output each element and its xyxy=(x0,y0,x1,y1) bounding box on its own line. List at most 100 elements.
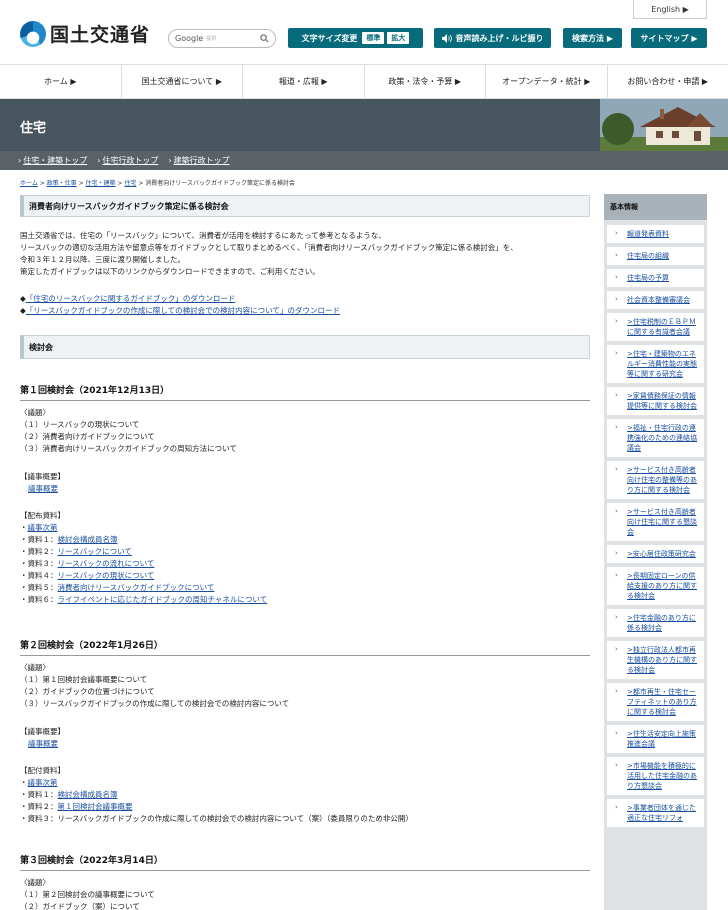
intro-line: 令和３年１２月以降、三度に渡り開催しました。 xyxy=(20,255,185,264)
agenda-item: （３）リースバックガイドブックの作成に際しての検討会での検討内容について xyxy=(20,699,290,708)
gnav-home[interactable]: ホーム ▶ xyxy=(0,65,122,98)
meeting-3-agenda: 〈議題〉 （１）第２回検討会の議事概要について （２）ガイドブック（案）について xyxy=(20,877,155,910)
material-item: ・資料１：検討会構成員名簿 xyxy=(20,789,413,801)
gnav-policy[interactable]: 政策・法令・予算 ▶ xyxy=(365,65,486,98)
material-item: ・資料６：ライフイベントに応じたガイドブックの周知チャネルについて xyxy=(20,594,267,606)
sidebar-item-market[interactable]: >市場機能を積極的に活用した住宅金融のあり方懇談会 xyxy=(607,757,704,795)
meeting-1-title: 第１回検討会（2021年12月13日） xyxy=(20,383,590,401)
material-prefix: ・ xyxy=(20,778,28,787)
sidebar-item-organization[interactable]: 住宅局の組織 xyxy=(607,247,704,265)
material-link[interactable]: 第１回検討会議事概要 xyxy=(58,802,133,811)
search-method-button[interactable]: 検索方法 ▶ xyxy=(563,28,622,48)
subnav-building-admin[interactable]: 建築行政トップ xyxy=(174,155,230,166)
sub-nav: › 住宅・建築トップ › 住宅行政トップ › 建築行政トップ xyxy=(0,151,728,170)
download-link-suffix[interactable]: のダウンロード xyxy=(183,294,236,303)
gnav-contact[interactable]: お問い合わせ・申請 ▶ xyxy=(608,65,728,98)
sitemap-button[interactable]: サイトマップ ▶ xyxy=(631,28,707,48)
summary-link[interactable]: 議事概要 xyxy=(28,484,58,493)
material-link[interactable]: リースバックの現状について xyxy=(58,571,155,580)
chevron-right-icon: › xyxy=(97,156,101,165)
material-link[interactable]: ライフイベントに応じたガイドブックの周知チャネルについて xyxy=(58,595,268,604)
sidebar-item-elderly-forum[interactable]: >サービス付き高齢者向け住宅に関する懇談会 xyxy=(607,503,704,541)
meeting-1-summary: 【議事概要】 議事概要 xyxy=(20,471,65,495)
sidebar-item-safe-living[interactable]: >安心居住政策研究会 xyxy=(607,545,704,563)
download-link-guidebook[interactable]: 「住宅のリースバックに関するガイドブック」 xyxy=(26,294,183,303)
material-link[interactable]: リースバックの流れについて xyxy=(58,559,155,568)
intro-line: リースバックの適切な活用方法や留意点等をガイドブックとして取りまとめるべく、「消… xyxy=(20,243,518,252)
intro-line: 策定したガイドブックは以下のリンクからダウンロードできますので、ご利用ください。 xyxy=(20,267,320,276)
material-prefix: ・資料６： xyxy=(20,595,58,604)
material-link[interactable]: リースバックについて xyxy=(58,547,132,556)
meeting-2-materials: 【配付資料】 ・議事次第 ・資料１：検討会構成員名簿 ・資料２：第１回検討会議事… xyxy=(20,765,413,825)
agenda-item: （２）ガイドブックの位置づけについて xyxy=(20,687,155,696)
agenda-label: 〈議題〉 xyxy=(20,878,50,887)
subnav-housing-building[interactable]: 住宅・建築トップ xyxy=(23,155,87,166)
intro-line: 国土交通省では、住宅の「リースバック」について、消費者が活用を検討するにあたって… xyxy=(20,231,386,240)
english-link[interactable]: English ▶ xyxy=(633,0,707,19)
sidebar-item-stability[interactable]: >住生活安定向上施策推進会議 xyxy=(607,725,704,753)
breadcrumb-home[interactable]: ホーム xyxy=(20,180,38,187)
sidebar-item-council[interactable]: 社会資本整備審議会 xyxy=(607,291,704,309)
sidebar-item-rent-guarantee[interactable]: >家賃債務保証の情報提供等に関する検討会 xyxy=(607,387,704,415)
material-link[interactable]: 検討会構成員名簿 xyxy=(58,535,118,544)
material-item: ・資料４：リースバックの現状について xyxy=(20,570,267,582)
main-content: 消費者向けリースバックガイドブック策定に係る検討会 国土交通省では、住宅の「リー… xyxy=(20,195,590,910)
material-item: ・資料３：リースバックガイドブックの作成に際しての検討会での検討内容について（案… xyxy=(20,813,413,825)
download-link-review[interactable]: 「リースバックガイドブックの作成に際しての検討会での検討内容について」 xyxy=(26,306,288,315)
sidebar-item-welfare[interactable]: >福祉・住宅行政の連携強化のための連絡協議会 xyxy=(607,419,704,457)
download-item: ◆「住宅のリースバックに関するガイドブック」のダウンロード xyxy=(20,293,340,305)
gnav-opendata[interactable]: オープンデータ・統計 ▶ xyxy=(486,65,608,98)
material-item: ・資料５：消費者向けリースバックガイドブックについて xyxy=(20,582,267,594)
material-prefix: ・資料１： xyxy=(20,535,58,544)
material-prefix: ・資料３： xyxy=(20,559,58,568)
material-prefix: ・資料５： xyxy=(20,583,58,592)
sidebar-item-energy[interactable]: >住宅・建築物のエネルギー消費性能の実態等に関する研究会 xyxy=(607,345,704,383)
material-item: ・資料２：リースバックについて xyxy=(20,546,267,558)
logo-mark-icon xyxy=(20,20,46,47)
summary-label: 【議事概要】 xyxy=(20,727,65,736)
material-link[interactable]: 議事次第 xyxy=(28,523,58,532)
sidebar-item-housing-finance[interactable]: >住宅金融のあり方に係る検討会 xyxy=(607,609,704,637)
sidebar: 基本情報 報道発表資料 住宅局の組織 住宅局の予算 社会資本整備審議会 >住宅税… xyxy=(604,194,707,910)
meeting-2-title: 第２回検討会（2022年1月26日） xyxy=(20,638,590,656)
sidebar-item-reform[interactable]: >事業者団体を通じた適正な住宅リフォ xyxy=(607,799,704,827)
material-link[interactable]: 議事次第 xyxy=(28,778,58,787)
search-icon[interactable] xyxy=(260,34,269,43)
section-title: 検討会 xyxy=(20,335,590,359)
sidebar-item-safety-net[interactable]: >都市再生・住宅セーフティネットのあり方に関する検討会 xyxy=(607,683,704,721)
download-link-suffix[interactable]: のダウンロード xyxy=(287,306,340,315)
summary-link[interactable]: 議事概要 xyxy=(28,739,58,748)
agenda-item: （３）消費者向けリースバックガイドブックの周知方法について xyxy=(20,444,237,453)
sidebar-item-ur[interactable]: >独立行政法人都市再生機構のあり方に関する検討会 xyxy=(607,641,704,679)
gnav-press[interactable]: 報道・広報 ▶ xyxy=(243,65,365,98)
material-link[interactable]: 消費者向けリースバックガイドブックについて xyxy=(58,583,215,592)
search-input[interactable]: Google 提供 xyxy=(168,29,276,48)
materials-label: 【配布資料】 xyxy=(20,511,65,520)
global-nav: ホーム ▶ 国土交通省について ▶ 報道・広報 ▶ 政策・法令・予算 ▶ オープ… xyxy=(0,64,728,99)
gnav-about[interactable]: 国土交通省について ▶ xyxy=(122,65,243,98)
download-item: ◆「リースバックガイドブックの作成に際しての検討会での検討内容について」のダウン… xyxy=(20,305,340,317)
subnav-housing-admin[interactable]: 住宅行政トップ xyxy=(102,155,158,166)
material-item: ・資料２：第１回検討会議事概要 xyxy=(20,801,413,813)
sidebar-item-budget[interactable]: 住宅局の予算 xyxy=(607,269,704,287)
agenda-item: （１）第２回検討会の議事概要について xyxy=(20,890,155,899)
voice-ruby-label: 音声読み上げ・ルビ振り xyxy=(455,33,544,43)
sidebar-item-ebpm[interactable]: >住宅税制のＥＢＰＭに関する有識者会議 xyxy=(607,313,704,341)
sidebar-item-fixed-loan[interactable]: >長期固定ローンの供給支援のあり方に関する検討会 xyxy=(607,567,704,605)
summary-label: 【議事概要】 xyxy=(20,472,65,481)
sidebar-item-elderly-housing[interactable]: >サービス付き高齢者向け住宅の整備等のあり方に関する検討会 xyxy=(607,461,704,499)
agenda-item: （２）消費者向けガイドブックについて xyxy=(20,432,155,441)
font-large-button[interactable]: 拡大 xyxy=(387,32,410,44)
meeting-3-title: 第３回検討会（2022年3月14日） xyxy=(20,853,590,871)
font-standard-button[interactable]: 標準 xyxy=(362,32,385,44)
breadcrumb-policy[interactable]: 政策・仕事 xyxy=(47,180,77,187)
breadcrumb-housing[interactable]: 住宅 xyxy=(124,180,136,187)
voice-ruby-button[interactable]: 音声読み上げ・ルビ振り xyxy=(434,28,551,48)
house-photo xyxy=(600,99,728,151)
material-link[interactable]: 検討会構成員名簿 xyxy=(58,790,118,799)
sidebar-item-press[interactable]: 報道発表資料 xyxy=(607,225,704,243)
materials-label: 【配付資料】 xyxy=(20,766,65,775)
material-item: ・議事次第 xyxy=(20,522,267,534)
breadcrumb-housing-building[interactable]: 住宅・建築 xyxy=(86,180,116,187)
mlit-logo[interactable]: 国土交通省 xyxy=(20,20,150,47)
